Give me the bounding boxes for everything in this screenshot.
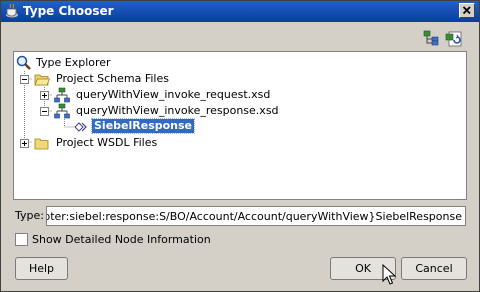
- tree-node-response-xsd[interactable]: queryWithView_invoke_response.xsd: [40, 103, 300, 119]
- type-field[interactable]: ware:adapter:siebel:response:S/BO/Accoun…: [46, 206, 466, 226]
- tree-node-label: SiebelResponse: [90, 118, 196, 134]
- type-field-label: Type:: [15, 209, 44, 222]
- expand-icon[interactable]: [20, 139, 29, 148]
- title-bar[interactable]: Type Chooser: [1, 1, 479, 22]
- tree-node-request-xsd[interactable]: queryWithView_invoke_request.xsd: [40, 87, 280, 103]
- type-field-value: ware:adapter:siebel:response:S/BO/Accoun…: [47, 210, 462, 223]
- type-chooser-dialog: Type Chooser Type Explorer Project Schem…: [0, 0, 480, 292]
- tree-node-project-schema-files[interactable]: Project Schema Files: [20, 71, 220, 87]
- element-diamond-icon: [74, 122, 87, 132]
- type-explorer-tree[interactable]: Type Explorer Project Schema Files query…: [13, 51, 467, 200]
- tree-node-siebel-response[interactable]: SiebelResponse: [74, 118, 214, 135]
- schema-file-icon: [54, 103, 70, 119]
- show-details-checkbox[interactable]: [15, 233, 28, 246]
- mouse-pointer-icon: [382, 264, 396, 285]
- expand-icon[interactable]: [40, 91, 49, 100]
- tree-node-label: queryWithView_invoke_response.xsd: [76, 104, 279, 117]
- folder-icon: [34, 138, 49, 150]
- schema-file-icon: [54, 87, 70, 103]
- hierarchy-tree-icon[interactable]: [423, 30, 441, 48]
- close-button[interactable]: [459, 3, 475, 18]
- tree-node-label: Project Schema Files: [56, 72, 169, 85]
- folder-open-icon: [34, 74, 50, 86]
- close-icon: [462, 6, 471, 15]
- cancel-button[interactable]: Cancel: [401, 257, 467, 280]
- help-button[interactable]: Help: [15, 257, 68, 280]
- refresh-schema-icon[interactable]: [445, 30, 463, 48]
- collapse-icon[interactable]: [40, 107, 49, 116]
- tree-node-label: queryWithView_invoke_request.xsd: [76, 88, 271, 101]
- tree-node-label: Project WSDL Files: [56, 136, 158, 149]
- show-details-label[interactable]: Show Detailed Node Information: [32, 233, 211, 246]
- dialog-title: Type Chooser: [23, 4, 114, 18]
- coffee-cup-icon: [6, 3, 18, 18]
- tree-node-project-wsdl-files[interactable]: Project WSDL Files: [20, 135, 220, 151]
- collapse-icon[interactable]: [20, 75, 29, 84]
